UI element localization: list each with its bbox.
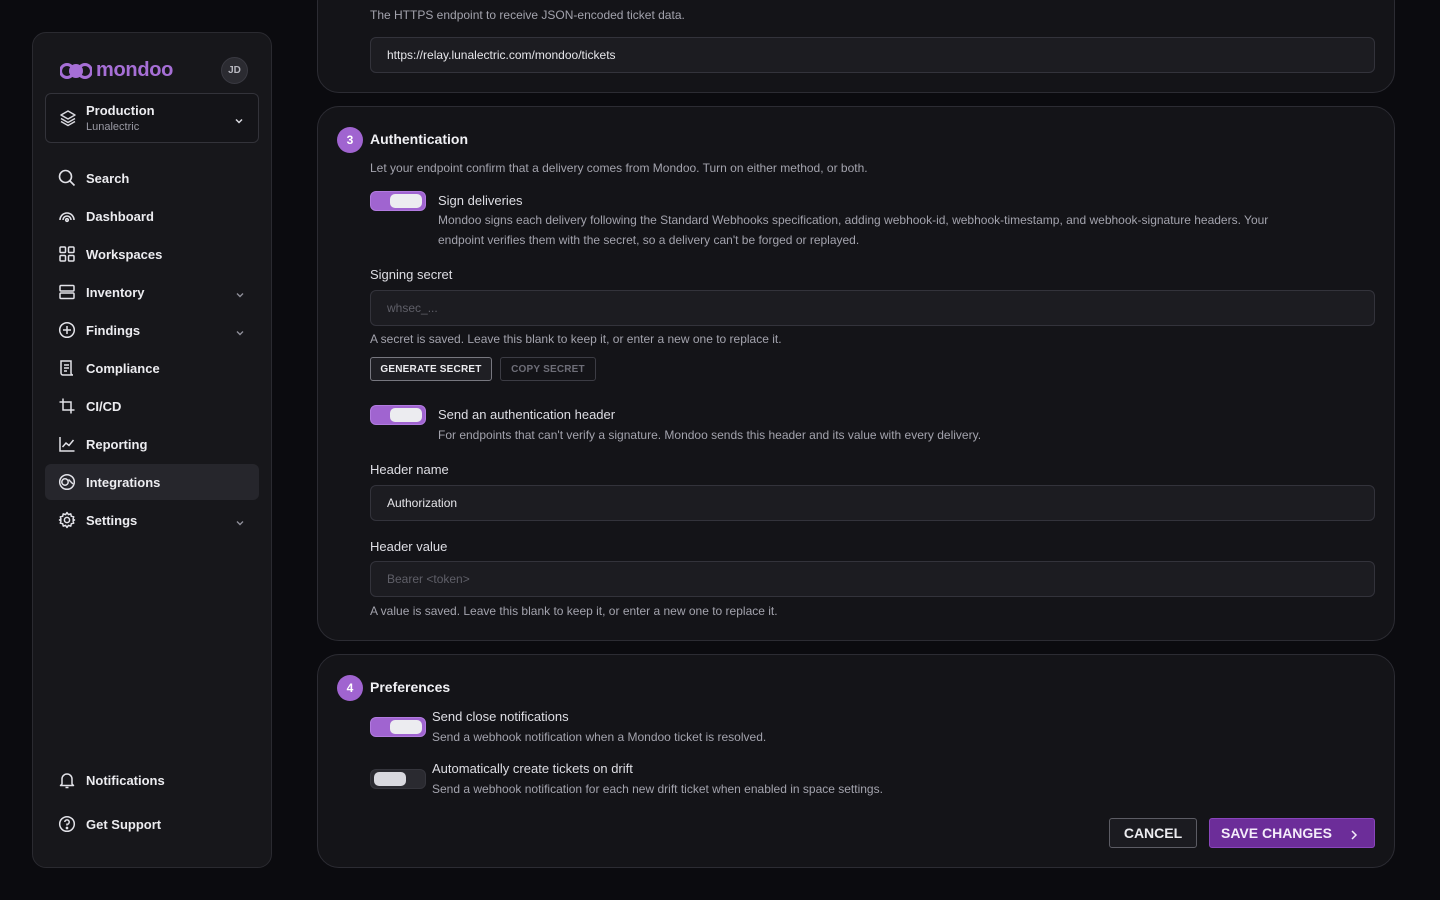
sidebar-item-label: Compliance [86, 360, 160, 376]
sidebar-item-label: Inventory [86, 284, 145, 300]
gear-icon [58, 511, 76, 529]
server-icon [58, 283, 76, 301]
auth-header-toggle[interactable] [370, 405, 426, 425]
sign-deliveries-description-cont: endpoint verifies them with the secret, … [438, 233, 860, 247]
avatar[interactable]: JD [221, 57, 248, 84]
sidebar-nav: Search Dashboard Workspaces Inventory Fi… [45, 160, 259, 540]
pipeline-icon [58, 397, 76, 415]
auth-header-description: For endpoints that can't verify a signat… [438, 428, 982, 442]
toggle-knob [390, 194, 422, 208]
step-badge: 4 [337, 675, 363, 701]
grid-icon [58, 245, 76, 263]
chevron-down-icon [235, 325, 245, 343]
signing-secret-hint: A secret is saved. Leave this blank to k… [370, 332, 782, 346]
help-circle-icon [58, 815, 76, 833]
close-notifications-label: Send close notifications [432, 709, 569, 724]
sidebar-item-inventory[interactable]: Inventory [45, 274, 259, 310]
chevron-down-icon [235, 515, 245, 533]
sidebar-item-label: Dashboard [86, 208, 154, 224]
generate-secret-button[interactable]: GENERATE SECRET [370, 357, 492, 381]
cancel-button[interactable]: CANCEL [1109, 818, 1197, 848]
sidebar-item-label: Settings [86, 512, 138, 528]
sidebar-item-label: Search [86, 170, 130, 186]
sign-deliveries-description: Mondoo signs each delivery following the… [438, 213, 1269, 227]
header-value-hint: A value is saved. Leave this blank to ke… [370, 604, 778, 618]
sign-deliveries-label: Sign deliveries [438, 193, 523, 208]
endpoint-hint: The HTTPS endpoint to receive JSON-encod… [370, 8, 685, 22]
scroll-icon [58, 359, 76, 377]
endpoint-section: The HTTPS endpoint to receive JSON-encod… [317, 0, 1395, 93]
toggle-knob [390, 408, 422, 422]
sidebar-item-integrations[interactable]: Integrations [45, 464, 259, 500]
sidebar-item-workspaces[interactable]: Workspaces [45, 236, 259, 272]
sidebar-item-support[interactable]: Get Support [45, 806, 259, 842]
search-icon [58, 169, 76, 187]
mondoo-logo[interactable]: mondoo [60, 59, 173, 82]
section-title: Authentication [370, 131, 468, 147]
auto-create-label: Automatically create tickets on drift [432, 761, 633, 776]
header-value-input[interactable]: Bearer <token> [370, 561, 1375, 597]
save-changes-button[interactable]: SAVE CHANGES [1209, 818, 1375, 848]
chevron-down-icon [234, 113, 244, 131]
step-badge: 3 [337, 127, 363, 153]
sidebar-item-dashboard[interactable]: Dashboard [45, 198, 259, 234]
logo-text: mondoo [96, 59, 174, 81]
chevron-down-icon [235, 287, 245, 305]
endpoint-url-input[interactable]: https://relay.lunalectric.com/mondoo/tic… [370, 37, 1375, 73]
layers-icon [59, 109, 77, 132]
plus-circle-icon [58, 321, 76, 339]
bell-icon [58, 771, 76, 789]
sidebar-item-search[interactable]: Search [45, 160, 259, 196]
space-name: Production [86, 103, 155, 118]
authentication-description: Let your endpoint confirm that a deliver… [370, 161, 868, 175]
sidebar-item-reporting[interactable]: Reporting [45, 426, 259, 462]
integrations-icon [58, 473, 76, 491]
sidebar-item-notifications[interactable]: Notifications [45, 762, 259, 798]
toggle-knob [390, 720, 422, 734]
chevron-right-icon [1349, 828, 1359, 844]
preferences-section: 4 Preferences Send close notifications S… [317, 654, 1395, 868]
close-notifications-toggle[interactable] [370, 717, 426, 737]
dashboard-icon [58, 207, 76, 225]
auto-create-description: Send a webhook notification for each new… [432, 782, 883, 796]
sidebar-item-label: Findings [86, 322, 141, 338]
sidebar-item-settings[interactable]: Settings [45, 502, 259, 538]
close-notifications-description: Send a webhook notification when a Mondo… [432, 730, 767, 744]
sidebar-item-label: Reporting [86, 436, 148, 452]
sidebar-item-label: Get Support [86, 816, 162, 832]
signing-secret-label: Signing secret [370, 267, 453, 282]
sidebar-item-cicd[interactable]: CI/CD [45, 388, 259, 424]
space-picker[interactable]: Production Lunalectric [45, 93, 259, 143]
header-name-input[interactable]: Authorization [370, 485, 1375, 521]
sidebar-bottom: Notifications Get Support [45, 762, 259, 850]
sidebar-item-label: Workspaces [86, 246, 163, 262]
authentication-section: 3 Authentication Let your endpoint confi… [317, 106, 1395, 641]
header-value-label: Header value [370, 539, 448, 554]
auth-header-label: Send an authentication header [438, 407, 616, 422]
sidebar: mondoo JD Production Lunalectric Search [32, 32, 272, 868]
signing-secret-input[interactable]: whsec_... [370, 290, 1375, 326]
sidebar-item-label: Notifications [86, 772, 165, 788]
section-title: Preferences [370, 679, 451, 695]
auto-create-toggle[interactable] [370, 769, 426, 789]
mondoo-logo-icon [60, 62, 92, 79]
sidebar-item-label: Integrations [86, 474, 161, 490]
space-org: Lunalectric [86, 121, 140, 133]
sidebar-item-label: CI/CD [86, 398, 122, 414]
header-name-label: Header name [370, 462, 449, 477]
sidebar-item-findings[interactable]: Findings [45, 312, 259, 348]
sign-deliveries-toggle[interactable] [370, 191, 426, 211]
toggle-knob [374, 772, 406, 786]
save-changes-label: SAVE CHANGES [1221, 825, 1332, 841]
copy-secret-button[interactable]: COPY SECRET [500, 357, 596, 381]
sidebar-item-compliance[interactable]: Compliance [45, 350, 259, 386]
line-chart-icon [58, 435, 76, 453]
